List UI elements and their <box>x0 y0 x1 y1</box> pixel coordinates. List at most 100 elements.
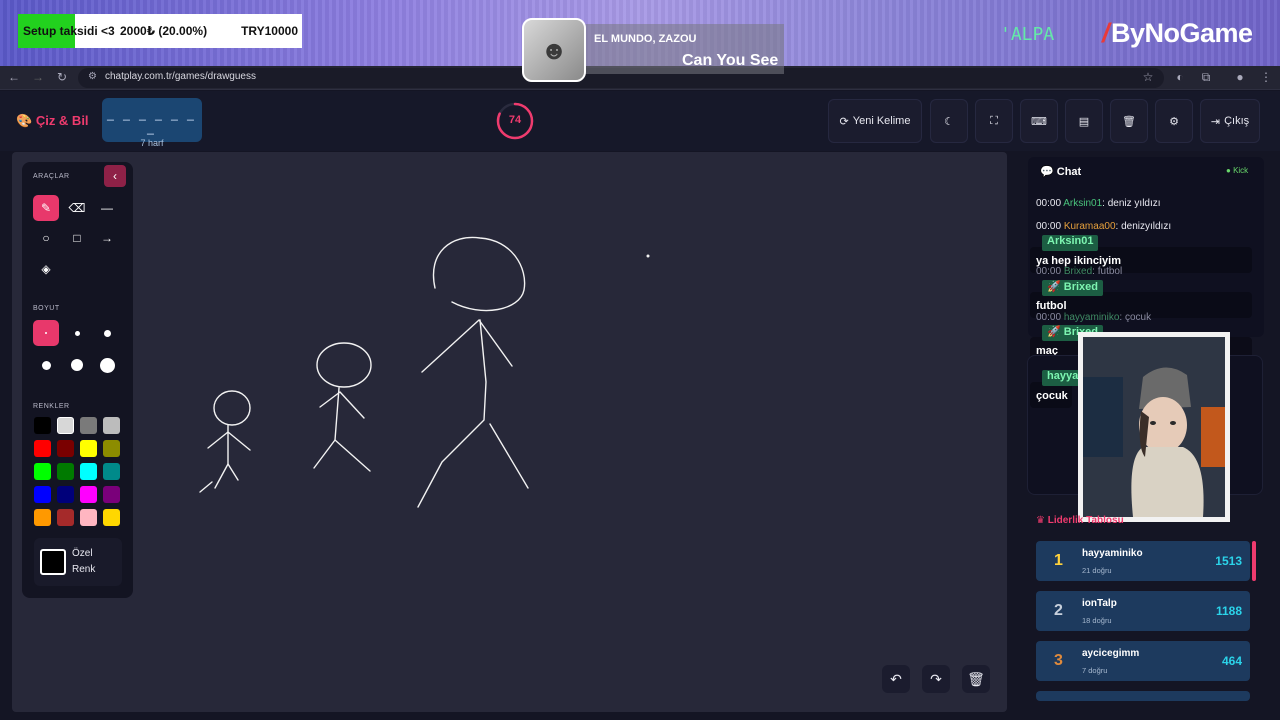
color-swatch[interactable] <box>34 463 51 480</box>
moon-icon: ☾ <box>944 115 954 128</box>
trash-icon: 🗑 <box>967 670 985 687</box>
custom-color-swatch[interactable] <box>40 549 66 575</box>
color-swatch[interactable] <box>57 463 74 480</box>
keyboard-button[interactable]: ⌨ <box>1020 99 1058 143</box>
extension-icon[interactable]: ◐ <box>1172 70 1188 84</box>
color-swatch[interactable] <box>80 509 97 526</box>
line-tool[interactable]: — <box>94 195 120 221</box>
paint-bucket-icon: ◈ <box>41 262 51 276</box>
drawing-canvas[interactable] <box>12 152 1007 712</box>
leaderboard-row[interactable]: 1 hayyaminiko 21 doğru 1513 <box>1036 541 1250 581</box>
redo-button[interactable]: ↷ <box>922 665 950 693</box>
color-swatch[interactable] <box>103 463 120 480</box>
color-swatch[interactable] <box>80 486 97 503</box>
color-swatch[interactable] <box>103 440 120 457</box>
color-swatch[interactable] <box>80 417 97 434</box>
collapse-panel-button[interactable]: ‹ <box>104 165 126 187</box>
color-swatch[interactable] <box>103 486 120 503</box>
now-playing-artist: EL MUNDO, ZAZOU <box>594 33 697 45</box>
size-4-button[interactable] <box>33 352 59 378</box>
color-swatch[interactable] <box>34 486 51 503</box>
undo-button[interactable]: ↶ <box>882 665 910 693</box>
rectangle-tool[interactable]: □ <box>64 225 90 251</box>
dark-mode-button[interactable]: ☾ <box>930 99 968 143</box>
bynogame-logo: /ByNoGame <box>1102 18 1253 48</box>
goal-target: TRY10000 <box>241 24 298 38</box>
chat-message: 00:00 Brixed: futbol <box>1036 266 1123 277</box>
rocket-icon: 🚀 <box>1047 326 1061 338</box>
logout-icon: ⇥ <box>1210 115 1221 128</box>
size-6-button[interactable] <box>94 352 120 378</box>
kick-status: ● Kick <box>1226 166 1249 175</box>
gear-icon: ⚙ <box>1169 115 1179 128</box>
settings-button[interactable]: ⚙ <box>1155 99 1193 143</box>
streamer-camera <box>1083 337 1225 517</box>
color-swatch[interactable] <box>80 463 97 480</box>
size-dot-icon <box>71 359 83 371</box>
exit-button[interactable]: ⇥ Çıkış <box>1200 99 1260 143</box>
size-dot-icon <box>41 360 51 370</box>
color-swatch[interactable] <box>80 440 97 457</box>
leaderboard-row[interactable] <box>1036 691 1250 701</box>
size-3-button[interactable] <box>94 320 120 346</box>
url-text[interactable]: chatplay.com.tr/games/drawguess <box>105 71 256 82</box>
leaderboard-row[interactable]: 3 aycicegimm 7 doğru 464 <box>1036 641 1250 681</box>
site-info-icon[interactable]: ⚙ <box>88 71 97 82</box>
color-swatch[interactable] <box>57 509 74 526</box>
word-hint-box: _ _ _ _ _ _ _ 7 harf <box>102 98 202 148</box>
color-swatch[interactable] <box>57 440 74 457</box>
alpa-logo: 'ALPA <box>1000 24 1055 45</box>
crown-icon: ♛ <box>1036 515 1045 526</box>
leaderboard-scrollbar[interactable] <box>1252 541 1256 581</box>
donation-goal-bar: Setup taksidi <3 2000₺ (20.00%) TRY10000 <box>18 14 302 48</box>
rocket-icon: 🚀 <box>1047 281 1061 293</box>
puzzle-icon[interactable]: ⧉ <box>1198 70 1214 85</box>
expand-icon: ⛶ <box>990 114 998 127</box>
timer-value: 74 <box>508 114 522 126</box>
trash-button[interactable]: 🗑 <box>1110 99 1148 143</box>
color-swatch[interactable] <box>34 417 51 434</box>
stick-figure-drawing <box>199 236 650 508</box>
size-1-button[interactable] <box>33 320 59 346</box>
leaderboard-name: hayyaminiko <box>1082 548 1143 559</box>
clear-canvas-button[interactable]: 🗑 <box>962 665 990 693</box>
back-icon[interactable]: ← <box>6 70 22 84</box>
word-dashes: _ _ _ _ _ _ _ <box>107 107 197 135</box>
color-swatch[interactable] <box>57 417 74 434</box>
chat-message: 00:00 Kuramaa00: denizyıldızı <box>1036 221 1172 232</box>
color-swatch[interactable] <box>34 440 51 457</box>
refresh-icon: ⟳ <box>839 115 849 128</box>
bynogame-mark-icon: / <box>1102 18 1110 48</box>
size-dot-icon <box>45 332 47 334</box>
pencil-tool[interactable]: ✎ <box>33 195 59 221</box>
word-length-hint: 7 harf <box>140 138 164 148</box>
leaderboard-row[interactable]: 2 ionTalp 18 doğru 1188 <box>1036 591 1250 631</box>
bookmark-star-icon[interactable]: ☆ <box>1140 70 1156 84</box>
color-swatch[interactable] <box>103 417 120 434</box>
app-logo[interactable]: 🎨 Çiz & Bil <box>16 113 89 129</box>
profile-icon[interactable]: ● <box>1232 70 1248 84</box>
fill-tool[interactable]: ◈ <box>33 256 59 282</box>
circle-tool[interactable]: ○ <box>33 225 59 251</box>
color-swatch[interactable] <box>57 486 74 503</box>
eraser-tool[interactable]: ⌫ <box>64 195 90 221</box>
arrow-tool[interactable]: → <box>94 225 120 251</box>
leaderboard-score: 1188 <box>1215 604 1242 618</box>
goal-label: Setup taksidi <3 <box>23 24 115 38</box>
size-2-button[interactable] <box>64 320 90 346</box>
color-swatch[interactable] <box>34 509 51 526</box>
fullscreen-button[interactable]: ⛶ <box>975 99 1013 143</box>
archive-button[interactable]: ▤ <box>1065 99 1103 143</box>
chat-bubbles-icon: 💬 <box>1040 166 1054 178</box>
new-word-button[interactable]: ⟳ Yeni Kelime <box>828 99 922 143</box>
size-dot-icon <box>99 357 115 373</box>
leaderboard-rank: 2 <box>1054 602 1063 619</box>
size-5-button[interactable] <box>64 352 90 378</box>
custom-color-label: Özel Renk <box>72 548 96 575</box>
color-swatch[interactable] <box>103 509 120 526</box>
forward-icon[interactable]: → <box>30 70 46 84</box>
streamer-silhouette <box>1083 337 1225 517</box>
reload-icon[interactable]: ↻ <box>54 70 70 84</box>
menu-icon[interactable]: ⋮ <box>1258 70 1274 84</box>
leaderboard-correct: 18 doğru <box>1082 616 1112 625</box>
